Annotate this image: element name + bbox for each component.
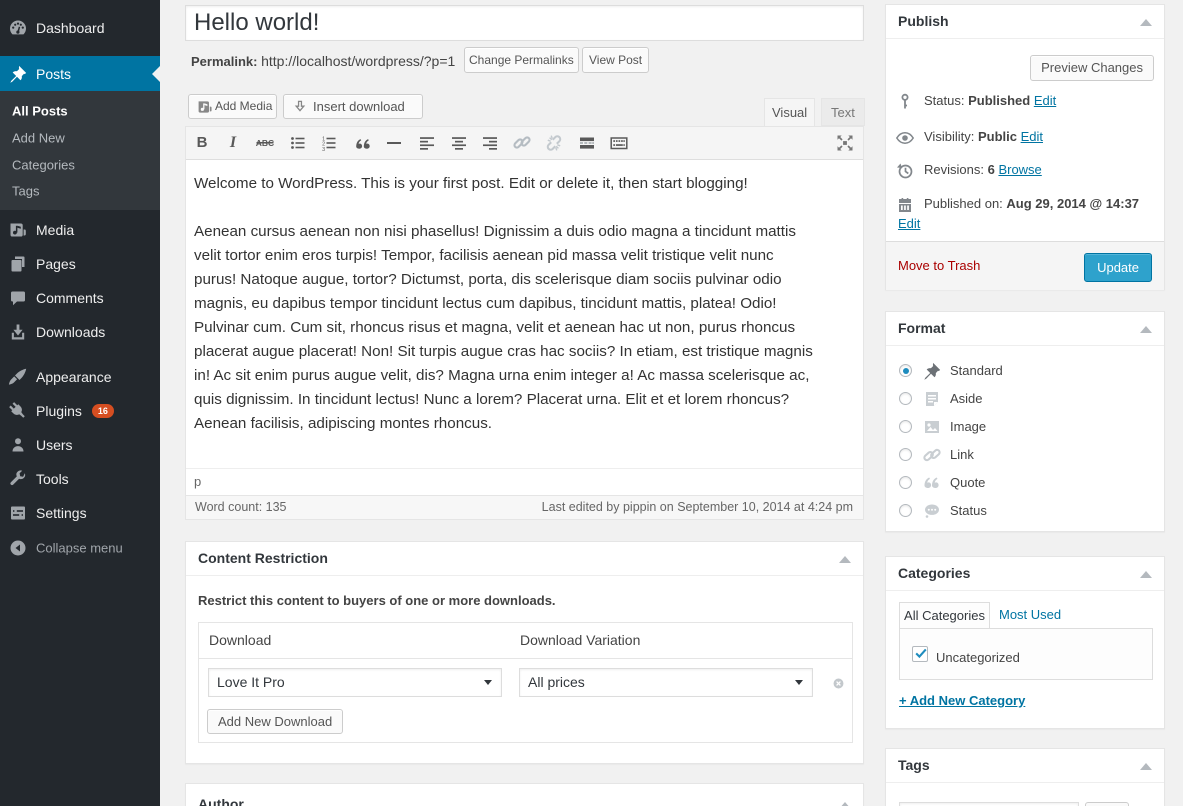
svg-text:3: 3 xyxy=(322,147,325,153)
